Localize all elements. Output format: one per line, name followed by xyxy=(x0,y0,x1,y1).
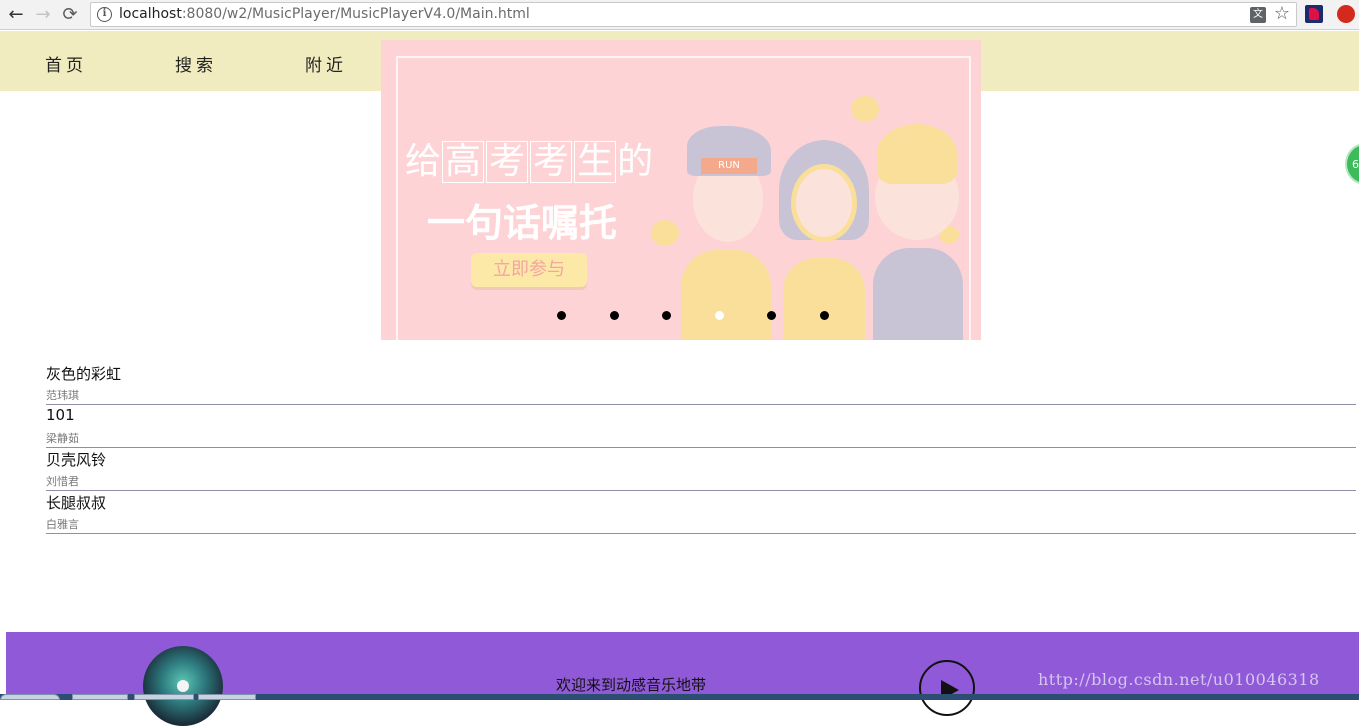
cartoon-girl-illustration xyxy=(779,140,869,340)
music-player-bar: 欢迎来到动感音乐地带 xyxy=(6,632,1359,726)
address-bar[interactable]: i localhost:8080/w2/MusicPlayer/MusicPla… xyxy=(90,2,1297,27)
nav-item-nearby[interactable]: 附近 xyxy=(305,51,347,76)
taskbar-item[interactable] xyxy=(134,694,194,700)
banner-headline: 给高考考生的 xyxy=(405,132,653,184)
headline-suffix: 的 xyxy=(617,141,654,182)
address-url[interactable]: localhost:8080/w2/MusicPlayer/MusicPlaye… xyxy=(119,6,530,22)
extension-icon[interactable] xyxy=(1305,5,1323,23)
forward-arrow-icon[interactable]: → xyxy=(31,3,55,27)
play-button[interactable] xyxy=(919,660,975,716)
song-artist: 刘惜君 xyxy=(46,475,79,488)
kid-body xyxy=(783,258,865,340)
kid-headband: RUN xyxy=(701,158,757,174)
nav-item-search[interactable]: 搜索 xyxy=(175,51,217,76)
carousel-indicators xyxy=(381,311,981,321)
taskbar-item[interactable] xyxy=(198,694,256,700)
song-artist: 白雅言 xyxy=(46,518,79,531)
song-artist: 梁静茹 xyxy=(46,432,79,445)
back-arrow-icon[interactable]: ← xyxy=(4,3,28,27)
song-artist: 范玮琪 xyxy=(46,389,79,402)
headline-boxed-char: 考 xyxy=(530,141,573,183)
kid-body xyxy=(681,250,771,340)
kid-hair xyxy=(877,124,957,184)
info-icon[interactable]: i xyxy=(97,7,112,22)
song-title: 灰色的彩虹 xyxy=(46,365,122,383)
song-list: 灰色的彩虹 范玮琪 101 梁静茹 贝壳风铃 刘惜君 长腿叔叔 白雅言 xyxy=(46,362,1356,534)
os-taskbar xyxy=(0,694,1359,700)
cartoon-boy-illustration xyxy=(873,124,963,340)
song-title: 101 xyxy=(46,406,75,424)
bookmark-star-icon[interactable]: ☆ xyxy=(1274,3,1290,24)
carousel-dot[interactable] xyxy=(715,311,724,320)
song-item[interactable]: 贝壳风铃 刘惜君 xyxy=(46,448,1356,491)
album-cover[interactable] xyxy=(143,646,223,726)
kid-body xyxy=(873,248,963,340)
taskbar-item[interactable] xyxy=(72,694,128,700)
headline-prefix: 给 xyxy=(405,141,442,182)
carousel-dot[interactable] xyxy=(820,311,829,320)
song-title: 贝壳风铃 xyxy=(46,451,107,469)
reload-icon[interactable]: ⟳ xyxy=(58,3,82,27)
banner-subheadline: 一句话嘱托 xyxy=(427,201,618,245)
chat-bubble-icon xyxy=(851,96,879,122)
translate-icon[interactable]: 文 xyxy=(1250,7,1266,23)
headline-boxed-char: 生 xyxy=(574,141,617,183)
cartoon-boy-illustration: RUN xyxy=(681,126,771,340)
banner-carousel[interactable]: 给高考考生的 一句话嘱托 立即参与 RUN xyxy=(381,40,981,340)
nav-item-home[interactable]: 首页 xyxy=(45,51,87,76)
headline-boxed-char: 考 xyxy=(486,141,529,183)
blog-watermark: http://blog.csdn.net/u010046318 xyxy=(1038,670,1320,689)
carousel-dot[interactable] xyxy=(767,311,776,320)
browser-toolbar: ← → ⟳ i localhost:8080/w2/MusicPlayer/Mu… xyxy=(0,0,1359,30)
carousel-dot[interactable] xyxy=(662,311,671,320)
chat-bubble-icon xyxy=(651,220,679,246)
headline-boxed-char: 高 xyxy=(442,141,485,183)
url-path: :8080/w2/MusicPlayer/MusicPlayerV4.0/Mai… xyxy=(181,6,530,22)
kid-head xyxy=(791,164,857,242)
adblock-extension-icon[interactable] xyxy=(1337,5,1355,23)
song-item[interactable]: 灰色的彩虹 范玮琪 xyxy=(46,362,1356,405)
floating-speed-badge[interactable]: 64 xyxy=(1345,143,1359,185)
url-host: localhost xyxy=(119,6,182,22)
song-title: 长腿叔叔 xyxy=(46,494,107,512)
carousel-dot[interactable] xyxy=(610,311,619,320)
banner-cta-button[interactable]: 立即参与 xyxy=(471,253,587,287)
player-welcome-text: 欢迎来到动感音乐地带 xyxy=(556,676,707,694)
song-item[interactable]: 长腿叔叔 白雅言 xyxy=(46,491,1356,534)
song-item[interactable]: 101 梁静茹 xyxy=(46,405,1356,448)
carousel-dot[interactable] xyxy=(557,311,566,320)
start-button[interactable] xyxy=(0,694,60,700)
